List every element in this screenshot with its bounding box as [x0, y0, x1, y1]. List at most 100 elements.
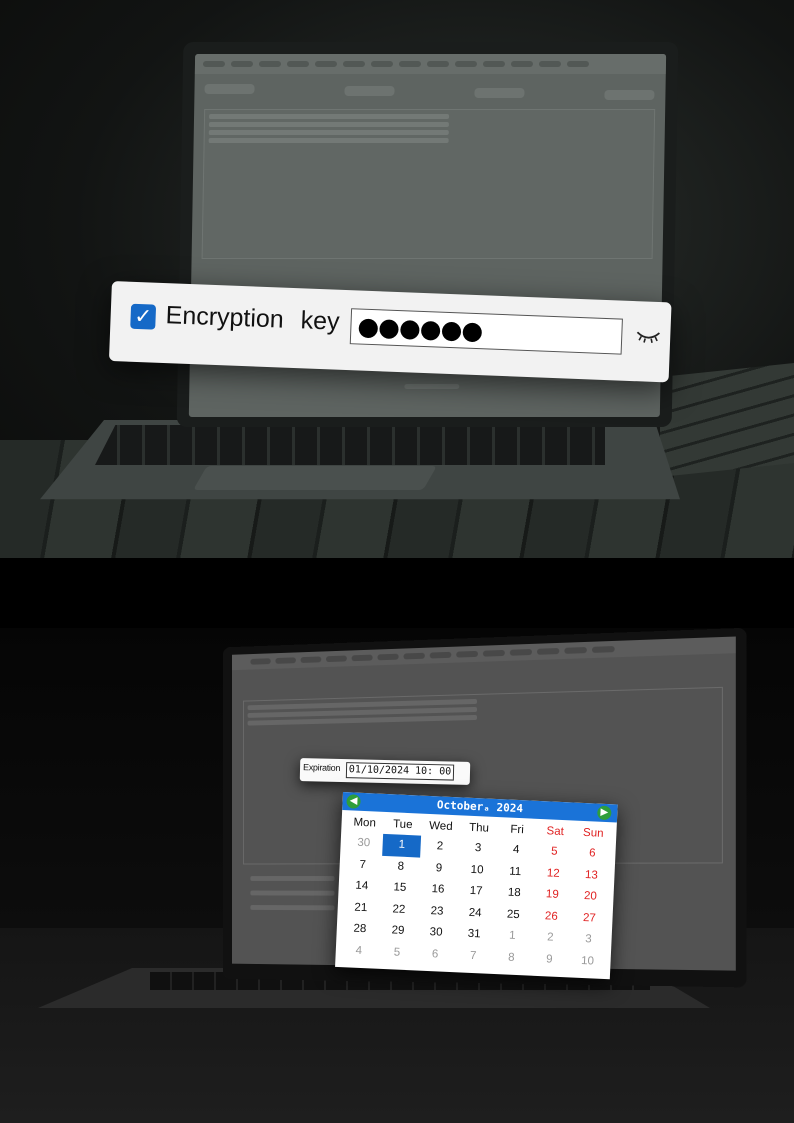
menu-item[interactable]	[566, 61, 590, 67]
calendar-day[interactable]: 23	[417, 900, 456, 923]
menu-item[interactable]	[564, 646, 587, 654]
list-item	[208, 130, 449, 135]
form-field	[250, 890, 335, 896]
calendar-day[interactable]: 4	[339, 940, 378, 963]
calendar-day[interactable]: 6	[573, 843, 612, 866]
menu-item[interactable]	[370, 61, 394, 67]
menu-item[interactable]	[426, 61, 450, 67]
calendar-popup: ◀ Octoberₐ 2024 ▶ Mon Tue Wed Thu Fri Sat Sun 3…	[335, 792, 618, 980]
calendar-day[interactable]: 17	[457, 880, 496, 903]
menu-bar	[231, 636, 736, 671]
menu-item[interactable]	[325, 655, 347, 663]
encryption-key-label: Encryption key	[165, 301, 341, 336]
calendar-day[interactable]: 25	[494, 903, 533, 926]
encryption-key-input[interactable]: ●●●●●●	[349, 308, 623, 355]
expiration-input[interactable]: 01/10/2024 10: 00	[345, 762, 455, 781]
toolbar-button[interactable]	[344, 86, 395, 96]
calendar-day[interactable]: 28	[340, 918, 379, 941]
calendar-day[interactable]: 24	[456, 902, 495, 925]
menu-item[interactable]	[250, 658, 271, 665]
weekday-header: Mon	[353, 816, 377, 830]
bottom-scene: Expiration 01/10/2024 10: 00 ◀ Octoberₐ …	[0, 628, 794, 1123]
menu-item[interactable]	[482, 61, 506, 67]
calendar-day[interactable]: 20	[571, 885, 610, 908]
menu-item[interactable]	[456, 650, 478, 658]
calendar-day[interactable]: 10	[568, 950, 607, 973]
menu-item[interactable]	[230, 61, 254, 67]
form-field	[250, 905, 335, 911]
calendar-day[interactable]: 3	[569, 928, 608, 951]
calendar-day[interactable]: 3	[459, 837, 498, 860]
calendar-day[interactable]: 13	[572, 864, 611, 887]
encryption-checkbox[interactable]: ✓	[130, 303, 157, 330]
toolbar-button[interactable]	[474, 88, 525, 98]
calendar-day[interactable]: 2	[531, 927, 570, 950]
calendar-day[interactable]: 30	[417, 922, 456, 945]
toolbar-button[interactable]	[204, 84, 255, 94]
calendar-day[interactable]: 29	[378, 920, 417, 943]
calendar-day[interactable]: 19	[533, 884, 572, 907]
calendar-day[interactable]: 8	[381, 855, 420, 878]
calendar-day[interactable]: 11	[496, 861, 535, 884]
menu-item[interactable]	[538, 61, 562, 67]
menu-item[interactable]	[429, 651, 452, 659]
calendar-day[interactable]: 8	[492, 946, 531, 969]
menu-item[interactable]	[377, 653, 399, 661]
weekday-header: Tue	[392, 818, 413, 832]
list-item	[208, 122, 449, 127]
weekday-header: Sun	[582, 826, 604, 840]
calendar-day[interactable]: 5	[377, 941, 416, 964]
menu-item[interactable]	[342, 61, 366, 67]
calendar-day[interactable]: 9	[419, 857, 458, 880]
toolbar-button[interactable]	[604, 90, 655, 100]
stone-surface-right	[660, 362, 794, 478]
menu-item[interactable]	[258, 61, 282, 67]
calendar-day[interactable]: 4	[497, 839, 536, 862]
calendar-day[interactable]: 2	[420, 836, 459, 859]
menu-item[interactable]	[591, 646, 615, 653]
calendar-day[interactable]: 7	[454, 945, 493, 968]
weekday-header: Thu	[468, 821, 490, 835]
menu-item[interactable]	[537, 647, 560, 655]
calendar-day[interactable]: 14	[342, 875, 381, 898]
menu-item[interactable]	[398, 61, 422, 67]
calendar-day[interactable]: 31	[455, 923, 494, 946]
menu-item[interactable]	[300, 656, 322, 663]
calendar-day[interactable]: 15	[380, 877, 419, 900]
laptop-keyboard	[95, 425, 605, 465]
menu-item[interactable]	[202, 61, 226, 67]
calendar-grid: Mon Tue Wed Thu Fri Sat Sun 30 1 2 3 4 5 6 7 8 9 10 11 12 13…	[335, 810, 617, 973]
calendar-day[interactable]: 21	[341, 897, 380, 920]
menu-item[interactable]	[510, 61, 534, 67]
calendar-day[interactable]: 1	[493, 925, 532, 948]
menu-item[interactable]	[454, 61, 478, 67]
calendar-day[interactable]: 7	[343, 854, 382, 877]
calendar-day[interactable]: 22	[379, 898, 418, 921]
calendar-day[interactable]: 5	[535, 841, 574, 864]
menu-item[interactable]	[351, 654, 373, 662]
laptop-trackpad	[193, 466, 437, 490]
menu-item[interactable]	[403, 652, 425, 660]
divider-band	[0, 558, 794, 628]
weekday-header: Fri	[510, 823, 525, 837]
calendar-day[interactable]: 1	[382, 833, 422, 858]
top-scene: ✓ Encryption key ●●●●●●	[0, 0, 794, 558]
menu-item[interactable]	[509, 648, 532, 656]
status-line	[404, 384, 460, 389]
calendar-day[interactable]: 30	[344, 832, 383, 855]
menu-item[interactable]	[286, 61, 310, 67]
menu-item[interactable]	[482, 649, 505, 657]
calendar-day[interactable]: 12	[534, 862, 573, 885]
menu-bar	[194, 54, 667, 74]
menu-item[interactable]	[314, 61, 338, 67]
eye-closed-icon[interactable]	[635, 327, 662, 348]
calendar-day[interactable]: 9	[530, 948, 569, 971]
menu-item[interactable]	[275, 657, 296, 664]
expiration-row: Expiration 01/10/2024 10: 00	[299, 758, 471, 785]
calendar-day[interactable]: 10	[458, 859, 497, 882]
calendar-day[interactable]: 18	[495, 882, 534, 905]
calendar-day[interactable]: 6	[416, 943, 455, 966]
calendar-day[interactable]: 27	[570, 907, 609, 930]
calendar-day[interactable]: 16	[418, 879, 457, 902]
calendar-day[interactable]: 26	[532, 905, 571, 928]
